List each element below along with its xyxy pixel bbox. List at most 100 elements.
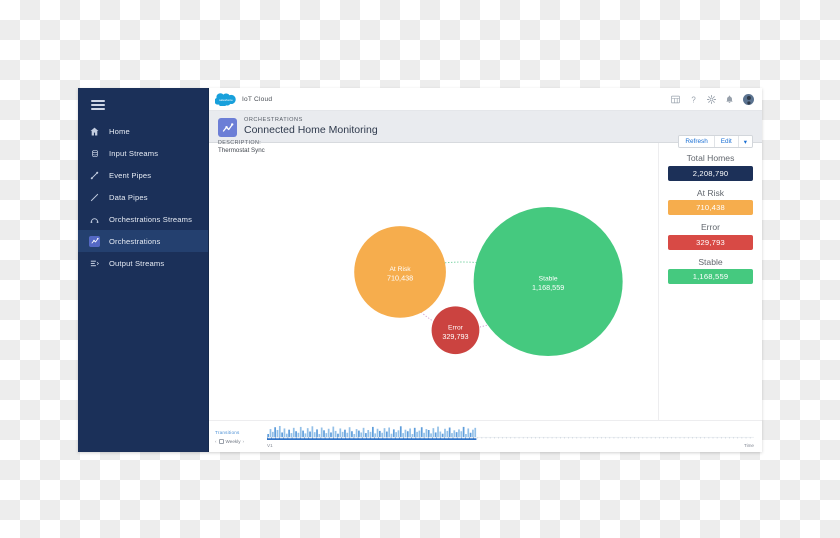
- sidebar-item-label: Orchestrations: [109, 236, 161, 246]
- axis-tick: [506, 437, 507, 439]
- sparkline-bar: [325, 433, 328, 438]
- sparkline-bar: [302, 430, 304, 438]
- sparkline-bar: [360, 432, 363, 438]
- timeline-track[interactable]: V1 Time: [267, 425, 754, 448]
- brand[interactable]: salesforce IoT Cloud: [214, 92, 272, 108]
- axis-tick: [539, 437, 540, 439]
- sparkline-bar: [278, 425, 281, 438]
- sparkline-bar: [355, 429, 358, 438]
- sparkline-bar: [423, 432, 425, 438]
- stats-panel: Total Homes 2,208,790 At Risk 710,438 Er…: [658, 143, 762, 420]
- sidebar: Home Input Streams Event Pipes Data Pipe…: [78, 88, 208, 452]
- next-arrow-icon[interactable]: ›: [243, 439, 245, 444]
- axis-tick: [477, 437, 479, 439]
- stat-error: Error 329,793: [668, 222, 753, 250]
- sparkline-bar: [304, 433, 307, 438]
- axis-tick: [617, 437, 619, 439]
- axis-tick: [667, 437, 668, 439]
- sparkline-bar: [453, 430, 456, 438]
- sparkline-bar: [309, 431, 311, 438]
- axis-tick: [584, 437, 586, 439]
- sparkline-bar: [362, 427, 365, 438]
- sparkline-bar: [320, 427, 323, 438]
- axis-tick: [675, 437, 677, 439]
- sidebar-item-output-streams[interactable]: Output Streams: [78, 252, 208, 274]
- sparkline-bar: [299, 426, 302, 438]
- axis-tick: [720, 437, 722, 439]
- sparkline-bar: [327, 428, 330, 438]
- stat-label: Total Homes: [686, 153, 735, 163]
- avatar[interactable]: [743, 93, 754, 105]
- granularity-selector[interactable]: ‹ Weekly ›: [215, 438, 267, 444]
- axis-tick: [588, 437, 590, 439]
- axis-tick: [580, 437, 582, 439]
- sidebar-item-label: Input Streams: [109, 148, 159, 158]
- calendar-icon: [218, 438, 224, 444]
- axis-tick: [572, 437, 573, 439]
- sparkline-bar: [271, 431, 274, 438]
- sparkline-bar: [441, 433, 444, 438]
- axis-tick: [489, 437, 491, 439]
- sparkline-bar: [381, 432, 384, 438]
- sidebar-item-event-pipes[interactable]: Event Pipes: [78, 164, 208, 186]
- sidebar-item-data-pipes[interactable]: Data Pipes: [78, 186, 208, 208]
- axis-tick: [498, 437, 499, 439]
- bubble-chart: At Risk 710,438 Stable 1,168,559 Error 329,79…: [209, 143, 658, 420]
- sparkline-bar: [474, 427, 477, 438]
- sparkline-bar: [439, 431, 442, 438]
- axis-tick: [650, 437, 652, 439]
- axis-tick: [626, 437, 627, 439]
- axis-tick: [696, 437, 697, 439]
- sidebar-item-input-streams[interactable]: Input Streams: [78, 142, 208, 164]
- input-streams-icon: [89, 148, 100, 159]
- bubble-node[interactable]: Stable1,168,559: [473, 206, 623, 357]
- axis-tick: [485, 437, 487, 439]
- axis-tick: [593, 437, 594, 439]
- prev-arrow-icon[interactable]: ‹: [215, 439, 217, 444]
- range-brush-handle[interactable]: [267, 438, 477, 440]
- axis-tick: [708, 437, 710, 439]
- axis-tick: [716, 437, 718, 439]
- axis-tick: [543, 437, 545, 439]
- axis-tick: [568, 437, 569, 439]
- sparkline-bar: [346, 432, 349, 438]
- sidebar-item-home[interactable]: Home: [78, 120, 208, 142]
- sidebar-item-orchestrations-streams[interactable]: Orchestrations Streams: [78, 208, 208, 230]
- bubble-node[interactable]: Error329,793: [431, 306, 480, 355]
- axis-tick: [597, 437, 598, 439]
- sparkline-bar: [369, 431, 372, 438]
- hamburger-icon[interactable]: [91, 100, 105, 110]
- bubble-node[interactable]: At Risk710,438: [354, 226, 446, 318]
- sparkline-bar: [388, 427, 391, 438]
- sparkline-bar: [462, 426, 465, 438]
- stat-total-homes: Total Homes 2,208,790: [668, 153, 753, 181]
- sparkline-bar: [332, 426, 335, 438]
- axis-tick: [659, 437, 660, 439]
- sparkline-bar: [409, 428, 411, 438]
- sidebar-item-orchestrations[interactable]: Orchestrations: [78, 230, 208, 252]
- sparkline-bar: [383, 428, 386, 438]
- bubble-name-label: At Risk: [389, 266, 411, 273]
- sparkline-bar: [467, 428, 470, 438]
- sparkline-bar: [306, 428, 309, 438]
- timeline-footer: Transitions ‹ Weekly › V1 Time: [209, 420, 762, 452]
- sparkline-bar: [448, 427, 451, 438]
- sparkline-bar: [402, 433, 404, 438]
- sparkline-bar: [411, 434, 414, 438]
- data-pipes-icon: [89, 192, 100, 203]
- app-launcher-icon[interactable]: [671, 95, 680, 104]
- axis-tick: [555, 437, 557, 439]
- axis-tick: [605, 437, 606, 439]
- event-pipes-icon: [89, 170, 100, 181]
- axis-tick: [654, 437, 656, 439]
- axis-tick: [638, 437, 639, 439]
- sparkline-bar: [378, 430, 381, 438]
- bell-icon[interactable]: [725, 95, 734, 104]
- help-icon[interactable]: ?: [689, 95, 698, 104]
- granularity-label: Weekly: [225, 438, 241, 444]
- axis-tick: [712, 437, 714, 439]
- gear-icon[interactable]: [707, 94, 716, 104]
- sparkline-bar: [288, 429, 290, 438]
- sparkline-bar: [446, 430, 449, 438]
- axis-tick: [564, 437, 565, 439]
